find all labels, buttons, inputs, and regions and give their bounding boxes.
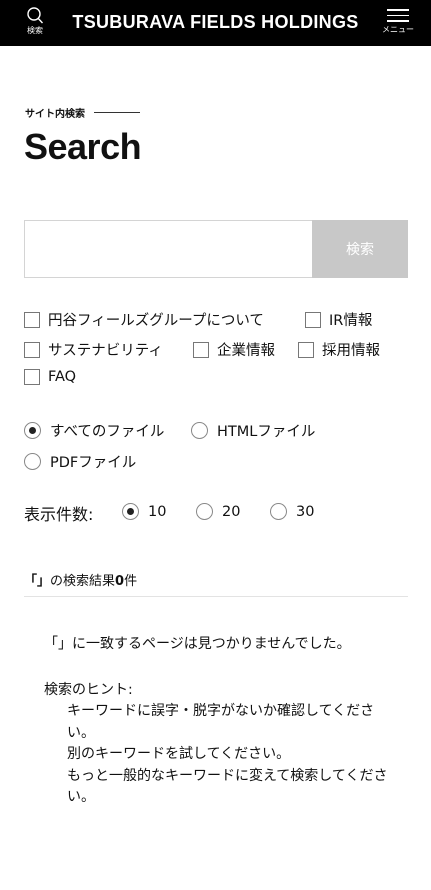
search-hints-list: キーワードに誤字・脱字がないか確認してください。 別のキーワードを試してください… — [67, 701, 397, 809]
checkbox[interactable] — [24, 369, 40, 385]
eyebrow-text: サイト内検索 — [25, 109, 85, 120]
results-heading-unit: 件 — [124, 574, 138, 589]
category-option-ir[interactable]: IR情報 — [305, 309, 372, 330]
eyebrow-rule — [94, 112, 140, 113]
search-input[interactable] — [24, 220, 312, 278]
display-count-value: 30 — [296, 503, 315, 520]
filetype-option-pdf[interactable]: PDFファイル — [24, 451, 136, 472]
header-menu-button[interactable]: メニュー — [381, 9, 415, 39]
filetype-label: HTMLファイル — [217, 424, 316, 440]
hamburger-icon — [387, 9, 409, 22]
category-label: 円谷フィールズグループについて — [48, 313, 264, 329]
radio-button[interactable] — [196, 503, 213, 520]
checkbox[interactable] — [24, 311, 40, 328]
category-label: サステナビリティ — [48, 343, 163, 359]
radio-button[interactable] — [191, 422, 208, 439]
filetype-option-all[interactable]: すべてのファイル — [24, 420, 164, 441]
checkbox[interactable] — [305, 311, 321, 328]
results-heading-text: の検索結果 — [50, 574, 116, 589]
search-form: 検索 — [24, 220, 408, 278]
results-count: 0 — [115, 574, 125, 589]
category-label: IR情報 — [329, 313, 373, 329]
category-option-sustainability[interactable]: サステナビリティ — [24, 339, 163, 360]
section-eyebrow: サイト内検索 — [25, 105, 140, 120]
category-option-faq[interactable]: FAQ — [24, 369, 76, 385]
category-option-recruit[interactable]: 採用情報 — [298, 339, 380, 360]
display-count-option-10[interactable]: 10 — [122, 503, 166, 520]
category-option-group[interactable]: 円谷フィールズグループについて — [24, 309, 264, 330]
list-item: キーワードに誤字・脱字がないか確認してください。 — [67, 703, 375, 741]
results-heading: 「」の検索結果0件 — [24, 570, 137, 589]
category-option-company[interactable]: 企業情報 — [193, 339, 275, 360]
radio-button-selected[interactable] — [122, 503, 139, 520]
site-header: 検索 TSUBURAVA FIELDS HOLDINGS メニュー — [0, 0, 431, 46]
category-label: 企業情報 — [217, 343, 275, 359]
search-hints-title: 検索のヒント: — [44, 682, 133, 698]
checkbox[interactable] — [193, 341, 209, 358]
results-divider — [24, 596, 408, 597]
display-count-option-30[interactable]: 30 — [270, 503, 314, 520]
checkbox[interactable] — [298, 341, 314, 358]
list-item: 別のキーワードを試してください。 — [67, 746, 291, 762]
header-menu-label: メニュー — [382, 24, 414, 34]
category-label: FAQ — [48, 369, 77, 385]
site-logo-title[interactable]: TSUBURAVA FIELDS HOLDINGS — [70, 12, 361, 33]
radio-button[interactable] — [270, 503, 287, 520]
display-count-option-20[interactable]: 20 — [196, 503, 240, 520]
no-match-message: 「」に一致するページは見つかりませんでした。 — [44, 636, 351, 652]
filetype-label: PDFファイル — [50, 455, 137, 471]
filetype-label: すべてのファイル — [50, 424, 165, 440]
category-label: 採用情報 — [322, 343, 380, 359]
radio-button[interactable] — [24, 453, 41, 470]
display-count-label: 表示件数: — [24, 505, 94, 524]
header-search-button[interactable]: 検索 — [18, 6, 52, 42]
radio-button-selected[interactable] — [24, 422, 41, 439]
checkbox[interactable] — [24, 341, 40, 358]
search-submit-button[interactable]: 検索 — [312, 220, 408, 278]
page-title: Search — [24, 126, 142, 167]
display-count-value: 20 — [222, 503, 241, 520]
filetype-option-html[interactable]: HTMLファイル — [191, 420, 315, 441]
search-icon — [27, 7, 44, 24]
display-count-value: 10 — [148, 503, 167, 520]
results-query: 「」 — [24, 574, 51, 589]
header-search-label: 検索 — [27, 26, 43, 35]
list-item: もっと一般的なキーワードに変えて検索してください。 — [67, 767, 388, 806]
